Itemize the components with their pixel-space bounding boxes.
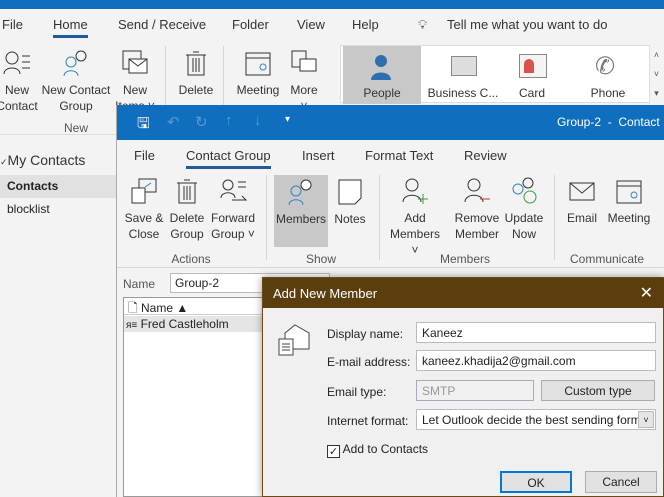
email-type-input: SMTP [416, 380, 534, 401]
tab-file[interactable]: File [2, 17, 23, 32]
internet-format-select[interactable]: Let Outlook decide the best sending form… [416, 409, 656, 430]
card-icon [519, 54, 547, 78]
add-new-member-dialog: Add New Member ✕ Display name: Kaneez E-m… [262, 277, 664, 497]
delete-group-button[interactable]: Delete Group [167, 176, 207, 242]
email-address-input[interactable]: kaneez.khadija2@gmail.com [416, 350, 656, 371]
dialog-title: Add New Member [273, 286, 378, 301]
add-members-button[interactable]: Add Members ˅ [385, 176, 445, 258]
current-view-gallery: People Business C... Card ✆ Phone ˄ ˅ ▾ [340, 45, 659, 104]
members-button[interactable]: Members [274, 175, 328, 247]
new-contact-button[interactable]: New Contact [0, 48, 42, 114]
trash-icon [177, 179, 197, 204]
window-title: Group-2 - Contact [557, 115, 660, 129]
tab-review[interactable]: Review [464, 148, 507, 163]
tab-contact-group[interactable]: Contact Group [186, 148, 271, 169]
tab-insert[interactable]: Insert [302, 148, 335, 163]
lightbulb-icon: 💡︎ [418, 17, 428, 32]
meeting-button[interactable]: Meeting [603, 176, 655, 226]
chat-icon [291, 50, 317, 72]
tab-view[interactable]: View [297, 17, 325, 32]
down-arrow-icon[interactable]: ↓ [254, 112, 262, 129]
divider [554, 175, 555, 260]
dialog-title-bar: Add New Member ✕ [263, 278, 664, 308]
email-type-label: Email type: [327, 385, 387, 399]
display-name-input[interactable]: Kaneez [416, 322, 656, 343]
folder-header-my-contacts[interactable]: ✓My Contacts [0, 152, 85, 168]
group-label-communicate: Communicate [569, 252, 645, 266]
app-title-bar [0, 0, 664, 9]
cancel-button[interactable]: Cancel [585, 471, 657, 493]
forward-group-button[interactable]: Forward Group ˅ [209, 176, 257, 242]
tab-format-text[interactable]: Format Text [365, 148, 433, 163]
notes-button[interactable]: Notes [329, 177, 371, 227]
folder-item-contacts[interactable]: Contacts [0, 175, 116, 198]
tab-file[interactable]: File [134, 148, 155, 163]
customize-toolbar-icon[interactable]: ▾ [285, 114, 290, 125]
new-items-icon [122, 50, 148, 74]
envelope-icon [569, 182, 595, 201]
remove-person-icon [464, 178, 490, 203]
window-ribbon-tabs: File Contact Group Insert Format Text Re… [117, 140, 664, 170]
view-phone[interactable]: ✆ Phone [569, 46, 647, 104]
display-name-label: Display name: [327, 327, 404, 341]
calendar-icon [245, 52, 271, 76]
calendar-icon [616, 180, 642, 204]
save-close-icon [131, 178, 157, 204]
tab-folder[interactable]: Folder [232, 17, 269, 32]
remove-member-button[interactable]: Remove Member [451, 176, 503, 242]
note-icon [338, 179, 362, 205]
add-to-contacts-checkbox[interactable]: ✓ Add to Contacts [327, 442, 428, 458]
person-icon [3, 51, 30, 75]
contact-group-ribbon: Save & Close Delete Group Forward Group ˅ A… [117, 170, 664, 268]
redo-icon[interactable]: ↻ [195, 113, 208, 131]
name-label: Name [123, 277, 156, 291]
chevron-down-icon: ✓ [0, 157, 8, 167]
gallery-scrollbar[interactable]: ˄ ˅ ▾ [649, 46, 663, 104]
up-arrow-icon[interactable]: ↑ [225, 112, 233, 129]
tab-home[interactable]: Home [53, 17, 88, 38]
contact-card-icon [278, 324, 310, 356]
chevron-down-icon[interactable]: ˅ [638, 411, 654, 428]
main-ribbon-tabs: File Home Send / Receive Folder View Hel… [0, 9, 664, 40]
update-icon [512, 177, 537, 204]
save-close-button[interactable]: Save & Close [123, 176, 165, 242]
group-label-new: New [63, 121, 88, 135]
tab-help[interactable]: Help [352, 17, 379, 32]
group-label-members: Members [439, 252, 490, 266]
folder-item-blocklist[interactable]: blocklist [7, 202, 50, 216]
tab-send-receive[interactable]: Send / Receive [118, 17, 206, 32]
checkbox-checked-icon[interactable]: ✓ [327, 445, 340, 458]
view-people[interactable]: People [343, 46, 421, 104]
divider [266, 175, 267, 260]
new-contact-group-button[interactable]: New Contact Group [40, 48, 112, 114]
members-icon [288, 179, 312, 206]
close-icon[interactable]: ✕ [640, 283, 653, 303]
divider [379, 175, 380, 260]
trash-icon [186, 51, 206, 76]
update-now-button[interactable]: Update Now [501, 176, 547, 242]
internet-format-label: Internet format: [327, 414, 409, 428]
person-icon [371, 54, 391, 80]
email-button[interactable]: Email [561, 176, 603, 226]
business-card-icon [451, 56, 477, 76]
custom-type-button[interactable]: Custom type [541, 380, 655, 401]
forward-icon [220, 179, 248, 201]
window-title-bar: 🖫︎ ↶ ↻ ↑ ↓ ▾ Group-2 - Contact [117, 105, 664, 140]
folder-pane: ✓My Contacts Contacts blocklist [0, 135, 116, 497]
ok-button[interactable]: OK [500, 471, 572, 493]
add-person-icon [402, 178, 428, 204]
contact-group-icon [63, 50, 87, 77]
tell-me-search[interactable]: Tell me what you want to do [447, 17, 607, 32]
delete-button[interactable]: Delete [172, 48, 220, 98]
group-label-actions: Actions [171, 252, 211, 266]
meeting-button[interactable]: Meeting [230, 48, 286, 98]
document-icon: 🗋︎ [128, 301, 138, 315]
email-address-label: E-mail address: [327, 355, 411, 369]
phone-icon: ✆ [595, 53, 616, 80]
save-icon[interactable]: 🖫︎ [137, 113, 150, 138]
undo-icon[interactable]: ↶ [167, 113, 180, 131]
group-label-show: Show [305, 252, 337, 266]
contact-icon: ᴙ≡ [126, 320, 138, 331]
view-card[interactable]: Card [493, 46, 571, 104]
